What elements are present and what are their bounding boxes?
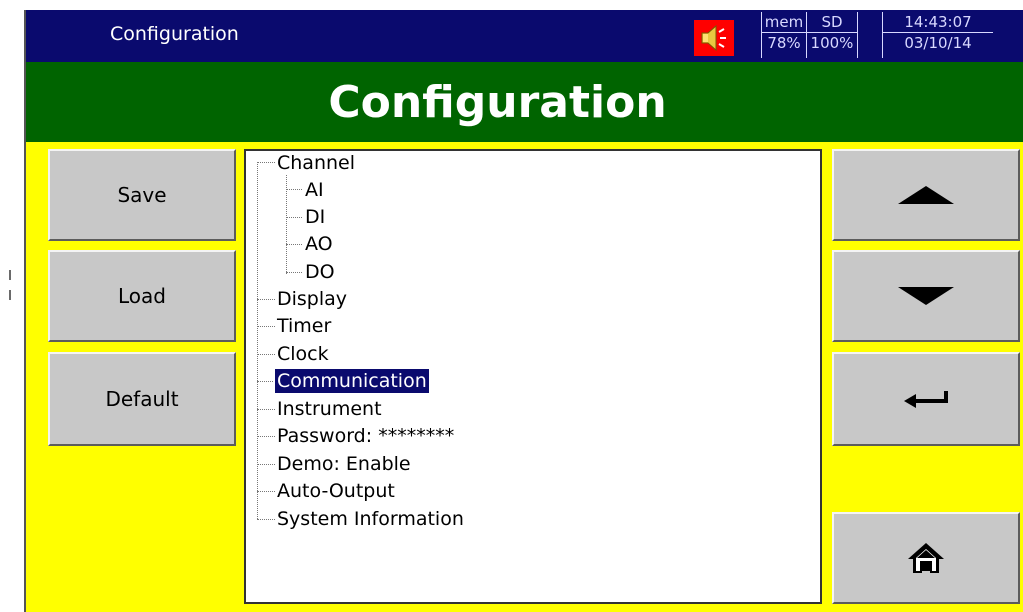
- tree-item-communication[interactable]: Communication: [274, 368, 430, 394]
- scroll-up-button[interactable]: [832, 149, 1020, 241]
- tree-item-clock[interactable]: Clock: [277, 342, 329, 366]
- default-button-label: Default: [105, 387, 179, 411]
- device-screen: Configuration mem 78% SD 100% 14:43:07 0…: [24, 10, 1023, 612]
- config-tree[interactable]: Channel AI DI AO DO Display Timer Clock …: [244, 149, 822, 604]
- tree-item-instrument[interactable]: Instrument: [277, 397, 382, 421]
- up-arrow-icon: [898, 186, 954, 204]
- window-left-margin: [0, 0, 24, 612]
- load-button[interactable]: Load: [48, 250, 236, 342]
- down-arrow-icon: [898, 287, 954, 305]
- tree-connector: [257, 464, 275, 465]
- clock-status: 14:43:07 03/10/14: [882, 12, 993, 58]
- tree-connector: [257, 491, 275, 492]
- tree-item-timer[interactable]: Timer: [277, 314, 331, 338]
- edge-marker: [9, 290, 11, 300]
- tree-item-ai[interactable]: AI: [305, 178, 324, 202]
- default-button[interactable]: Default: [48, 352, 236, 446]
- tree-connector: [257, 162, 258, 519]
- page-title: Configuration: [328, 76, 667, 128]
- tree-connector: [257, 381, 275, 382]
- tree-item-demo[interactable]: Demo: Enable: [277, 452, 411, 476]
- tree-item-display[interactable]: Display: [277, 287, 347, 311]
- tree-connector: [286, 189, 302, 190]
- tree-connector: [257, 299, 275, 300]
- tree-item-do[interactable]: DO: [305, 260, 335, 284]
- tree-item-di[interactable]: DI: [305, 205, 325, 229]
- memory-label: mem: [764, 13, 804, 31]
- memory-status: mem 78%: [761, 12, 806, 58]
- edge-marker: [9, 270, 11, 280]
- tree-item-auto-output[interactable]: Auto-Output: [277, 479, 395, 503]
- sd-status: SD 100%: [806, 12, 858, 58]
- home-button[interactable]: [832, 512, 1020, 604]
- window-title: Configuration: [110, 23, 239, 45]
- tree-connector: [257, 409, 275, 410]
- tree-connector: [286, 217, 302, 218]
- save-button-label: Save: [117, 183, 167, 207]
- page-header: Configuration: [26, 62, 1023, 142]
- time-display: 14:43:07: [904, 13, 972, 31]
- tree-connector: [257, 519, 275, 520]
- tree-item-system-information[interactable]: System Information: [277, 507, 464, 531]
- sd-value: 100%: [807, 32, 857, 53]
- enter-return-icon: [904, 391, 948, 408]
- tree-item-password[interactable]: Password: ********: [277, 424, 454, 448]
- scroll-down-button[interactable]: [832, 250, 1020, 342]
- tree-connector: [257, 436, 275, 437]
- home-icon: [908, 543, 944, 573]
- tree-item-channel[interactable]: Channel: [277, 151, 355, 175]
- date-display: 03/10/14: [883, 32, 993, 53]
- speaker-alarm-icon[interactable]: [694, 20, 734, 56]
- sd-label: SD: [821, 13, 843, 31]
- save-button[interactable]: Save: [48, 149, 236, 241]
- tree-connector: [286, 272, 302, 273]
- tree-connector: [257, 162, 275, 163]
- status-bar: Configuration mem 78% SD 100% 14:43:07 0…: [26, 10, 1023, 62]
- load-button-label: Load: [118, 284, 166, 308]
- tree-connector: [286, 244, 302, 245]
- enter-button[interactable]: [832, 352, 1020, 446]
- tree-item-ao[interactable]: AO: [305, 232, 333, 256]
- tree-connector: [257, 326, 275, 327]
- memory-value: 78%: [762, 32, 806, 53]
- tree-connector: [257, 354, 275, 355]
